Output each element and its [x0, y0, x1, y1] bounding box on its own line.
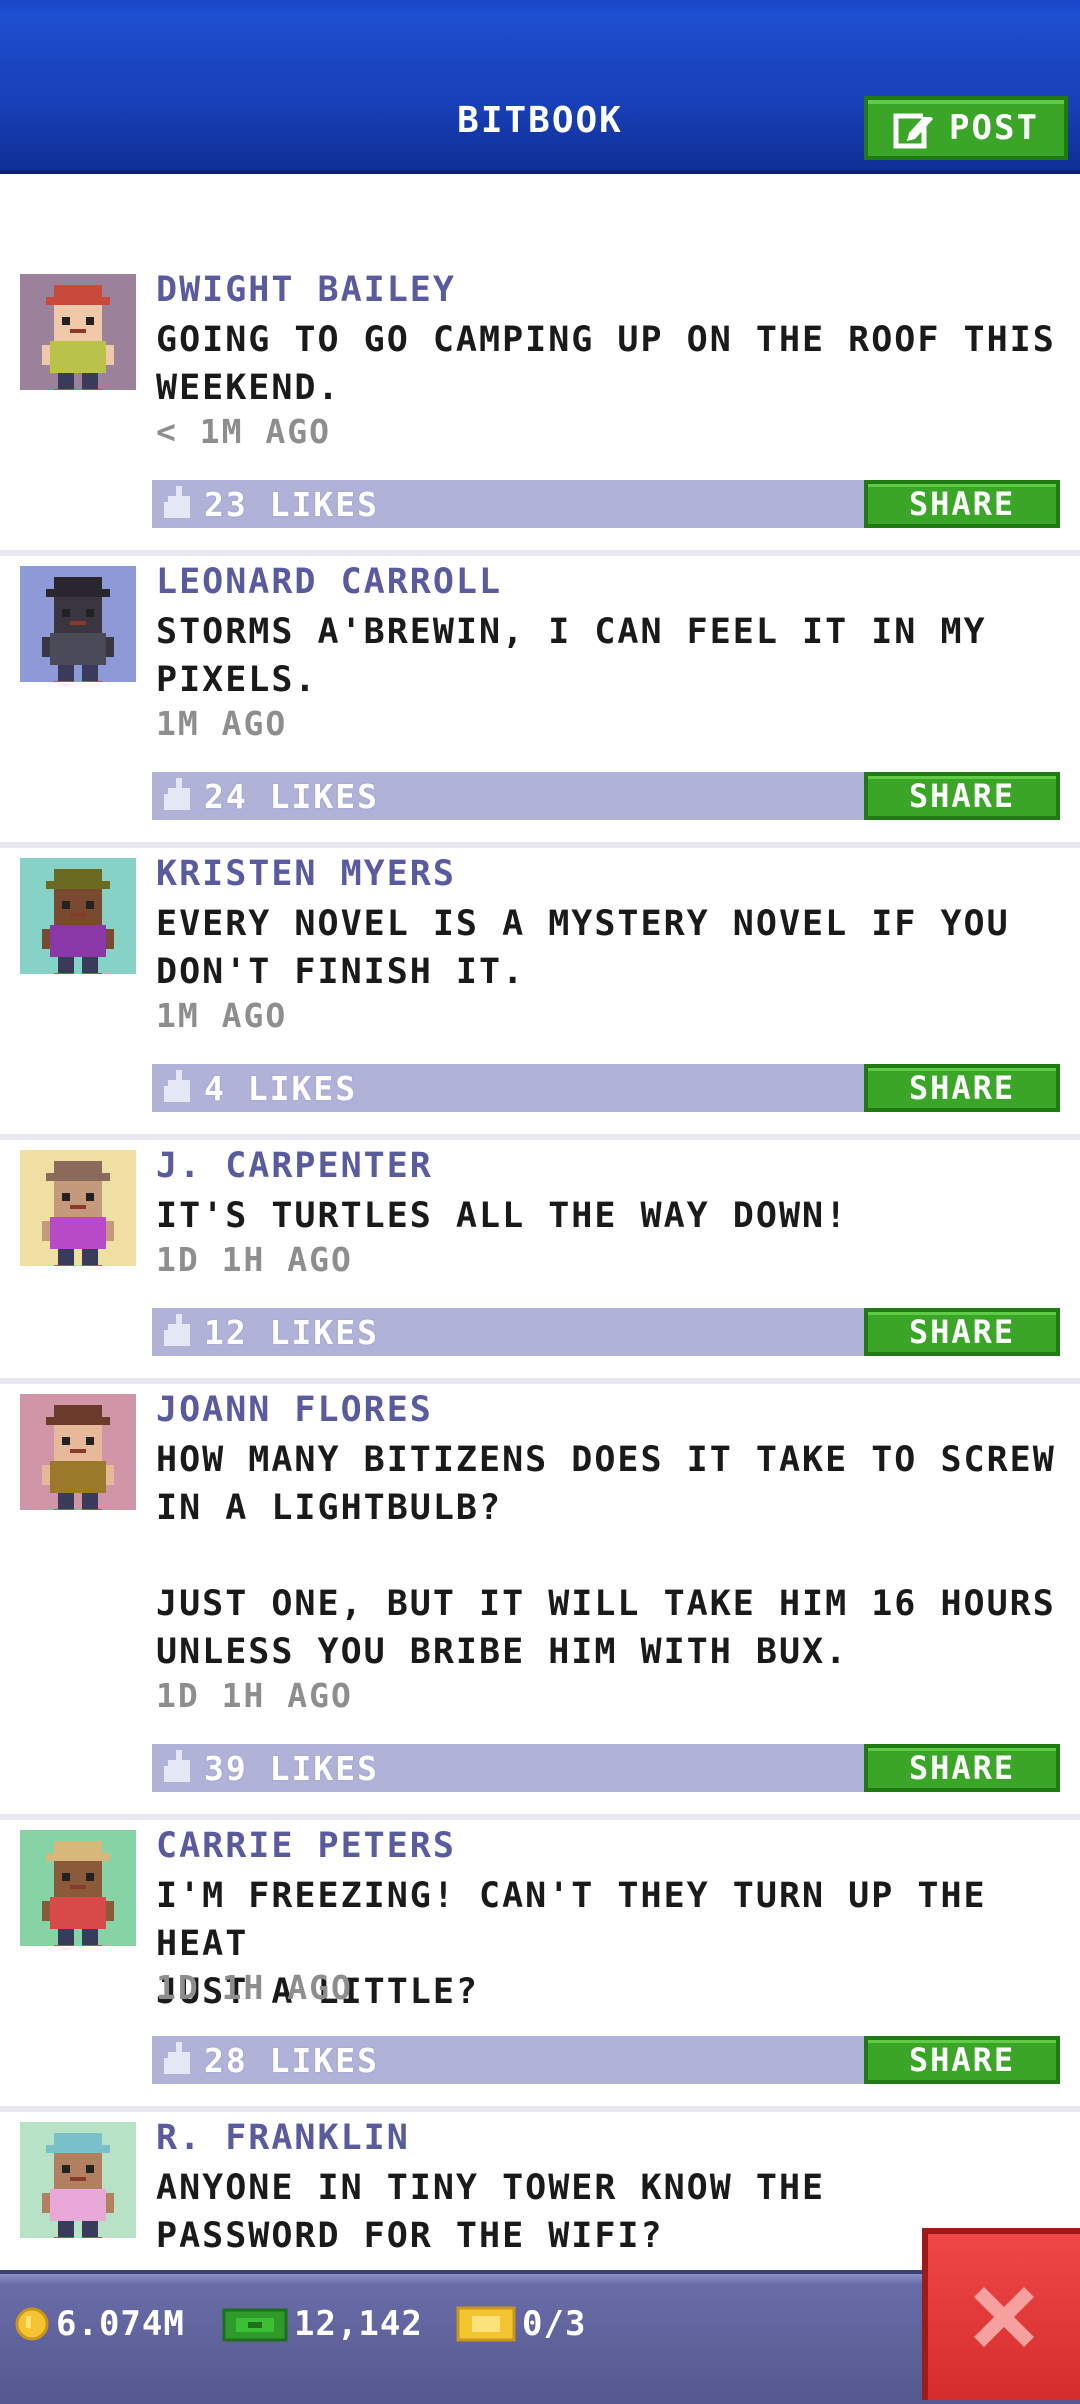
post-author[interactable]: KRISTEN MYERS — [156, 854, 456, 894]
post-author[interactable]: R. FRANKLIN — [156, 2118, 410, 2158]
post-timestamp: 1D 1H AGO — [156, 1968, 353, 2007]
compose-icon — [893, 109, 934, 149]
likes-count: 24 LIKES — [204, 777, 379, 816]
avatar[interactable] — [20, 1394, 136, 1510]
feed-post: CARRIE PETERS I'M FREEZING! CAN'T THEY T… — [0, 1820, 1080, 2112]
likes-bar: 23 LIKES SHARE — [152, 480, 1060, 528]
post-author[interactable]: DWIGHT BAILEY — [156, 270, 456, 310]
tickets-value: 0/3 — [522, 2304, 587, 2344]
avatar[interactable] — [20, 274, 136, 390]
likes-count: 28 LIKES — [204, 2041, 379, 2080]
post-text: HOW MANY BITIZENS DOES IT TAKE TO SCREW … — [156, 1440, 1056, 1672]
avatar[interactable] — [20, 566, 136, 682]
feed-post: J. CARPENTER IT'S TURTLES ALL THE WAY DO… — [0, 1140, 1080, 1384]
ticket-icon — [456, 2306, 516, 2342]
post-text: IT'S TURTLES ALL THE WAY DOWN! — [156, 1196, 849, 1236]
share-button[interactable]: SHARE — [864, 1308, 1060, 1356]
post-timestamp: 1D 1H AGO — [156, 1676, 353, 1715]
likes-count: 39 LIKES — [204, 1749, 379, 1788]
avatar-figure — [42, 1405, 114, 1510]
share-button[interactable]: SHARE — [864, 1064, 1060, 1112]
likes-bar: 24 LIKES SHARE — [152, 772, 1060, 820]
tickets-counter: 0/3 — [456, 2304, 586, 2344]
thumbs-up-icon[interactable] — [164, 778, 194, 814]
avatar[interactable] — [20, 858, 136, 974]
avatar[interactable] — [20, 1150, 136, 1266]
share-button[interactable]: SHARE — [864, 480, 1060, 528]
close-icon — [974, 2287, 1034, 2347]
post-button[interactable]: POST — [864, 96, 1068, 160]
share-button[interactable]: SHARE — [864, 772, 1060, 820]
feed-post: DWIGHT BAILEY GOING TO GO CAMPING UP ON … — [0, 264, 1080, 556]
post-author[interactable]: J. CARPENTER — [156, 1146, 433, 1186]
share-button[interactable]: SHARE — [864, 2036, 1060, 2084]
likes-bar: 12 LIKES SHARE — [152, 1308, 1060, 1356]
bux-icon — [222, 2308, 288, 2342]
post-timestamp: < 1M AGO — [156, 412, 331, 451]
thumbs-up-icon[interactable] — [164, 486, 194, 522]
post-text: EVERY NOVEL IS A MYSTERY NOVEL IF YOU DO… — [156, 904, 1010, 992]
post-text: STORMS A'BREWIN, I CAN FEEL IT IN MY PIX… — [156, 612, 987, 700]
feed-post: JOANN FLORES HOW MANY BITIZENS DOES IT T… — [0, 1384, 1080, 1820]
avatar-figure — [42, 1161, 114, 1266]
likes-bar: 4 LIKES SHARE — [152, 1064, 1060, 1112]
likes-bar: 28 LIKES SHARE — [152, 2036, 1060, 2084]
thumbs-up-icon[interactable] — [164, 2042, 194, 2078]
post-timestamp: 1M AGO — [156, 996, 288, 1035]
avatar-figure — [42, 577, 114, 682]
post-timestamp: 1D 1H AGO — [156, 1240, 353, 1279]
likes-bar: 39 LIKES SHARE — [152, 1744, 1060, 1792]
post-timestamp: 1M AGO — [156, 704, 288, 743]
thumbs-up-icon[interactable] — [164, 1750, 194, 1786]
post-author[interactable]: CARRIE PETERS — [156, 1826, 456, 1866]
post-text: GOING TO GO CAMPING UP ON THE ROOF THIS … — [156, 320, 1056, 408]
avatar[interactable] — [20, 2122, 136, 2238]
avatar-figure — [42, 285, 114, 390]
likes-count: 4 LIKES — [204, 1069, 358, 1108]
avatar-figure — [42, 1841, 114, 1946]
coins-counter: 6.074M — [14, 2304, 185, 2344]
thumbs-up-icon[interactable] — [164, 1070, 194, 1106]
avatar-figure — [42, 869, 114, 974]
close-button[interactable] — [922, 2228, 1080, 2400]
post-button-label: POST — [949, 108, 1039, 148]
feed-post: KRISTEN MYERS EVERY NOVEL IS A MYSTERY N… — [0, 848, 1080, 1140]
top-bar: BITBOOK POST — [0, 0, 1080, 174]
likes-count: 23 LIKES — [204, 485, 379, 524]
thumbs-up-icon[interactable] — [164, 1314, 194, 1350]
avatar-figure — [42, 2133, 114, 2238]
coins-value: 6.074M — [56, 2304, 185, 2344]
likes-count: 12 LIKES — [204, 1313, 379, 1352]
bux-value: 12,142 — [294, 2304, 423, 2344]
coin-icon — [15, 2307, 49, 2341]
bux-counter: 12,142 — [222, 2304, 423, 2344]
post-author[interactable]: LEONARD CARROLL — [156, 562, 502, 602]
avatar[interactable] — [20, 1830, 136, 1946]
status-bar: 6.074M 12,142 0/3 — [0, 2270, 1080, 2404]
feed-post: LEONARD CARROLL STORMS A'BREWIN, I CAN F… — [0, 556, 1080, 848]
post-author[interactable]: JOANN FLORES — [156, 1390, 433, 1430]
share-button[interactable]: SHARE — [864, 1744, 1060, 1792]
